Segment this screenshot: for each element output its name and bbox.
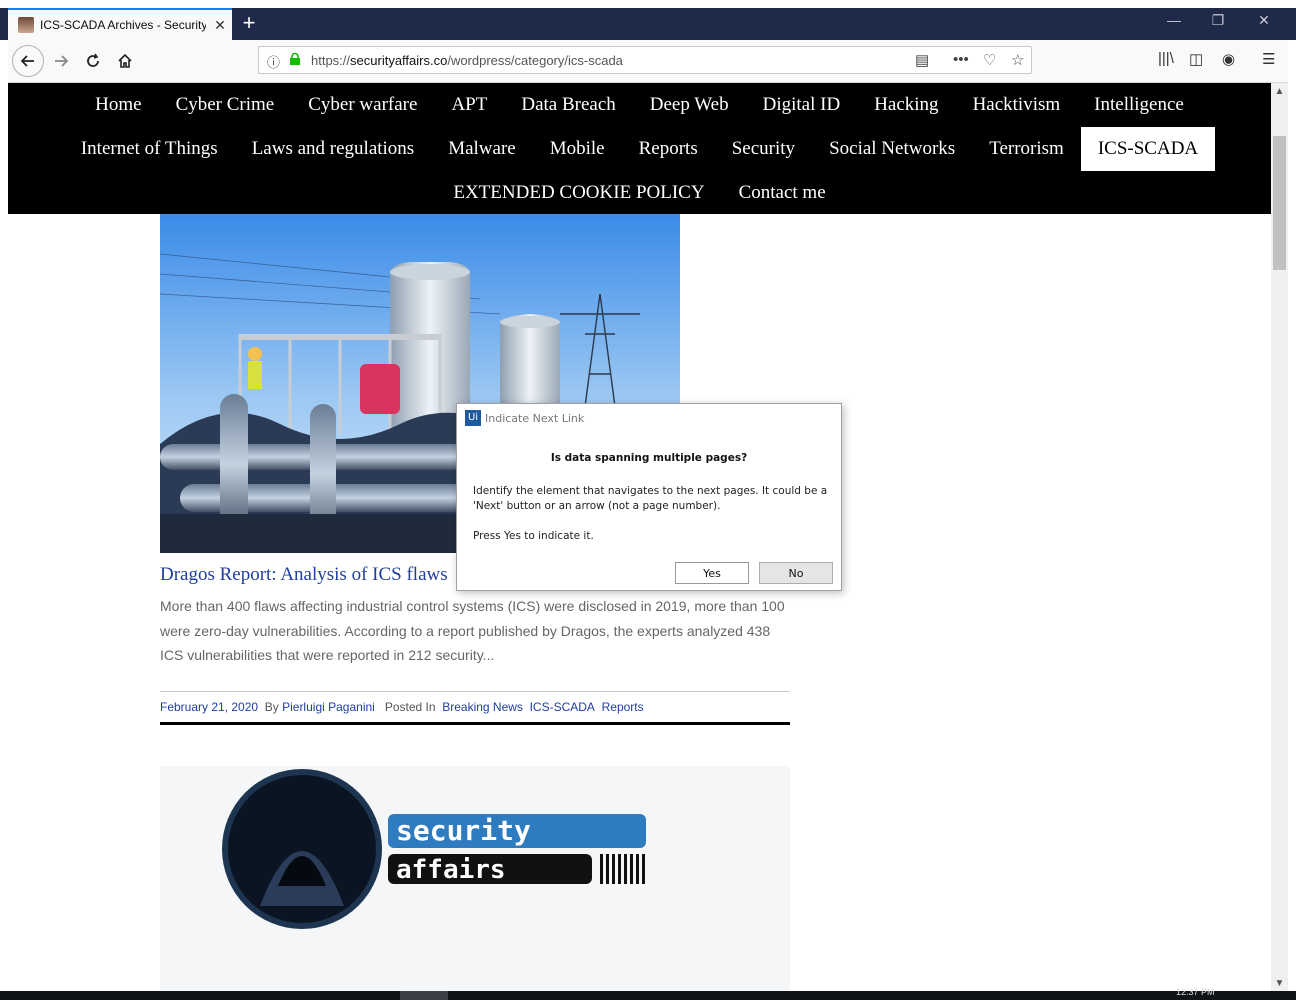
by-label: By	[264, 700, 279, 714]
article-meta: February 21, 2020 By Pierluigi Paganini …	[160, 700, 644, 714]
pocket-icon[interactable]: ♡	[983, 51, 996, 69]
menu-item-data-breach[interactable]: Data Breach	[504, 83, 632, 127]
home-button[interactable]	[110, 46, 140, 76]
menu-item-apt[interactable]: APT	[434, 83, 504, 127]
taskbar-clock: 12:37 PM	[1176, 987, 1215, 997]
home-icon	[118, 53, 132, 68]
menu-item-intelligence[interactable]: Intelligence	[1077, 83, 1201, 127]
account-icon[interactable]: ◉	[1222, 50, 1235, 68]
forward-arrow-icon	[55, 55, 69, 67]
svg-text:security: security	[396, 814, 531, 847]
menu-item-reports[interactable]: Reports	[622, 127, 715, 171]
menu-item-hacktivism[interactable]: Hacktivism	[956, 83, 1078, 127]
bookmark-star-icon[interactable]: ☆	[1011, 51, 1024, 69]
site-main-menu: Home Cyber Crime Cyber warfare APT Data Brea…	[8, 83, 1271, 214]
menu-item-mobile[interactable]: Mobile	[533, 127, 622, 171]
menu-item-terrorism[interactable]: Terrorism	[972, 127, 1081, 171]
author-link[interactable]: Pierluigi Paganini	[282, 700, 375, 714]
reload-button[interactable]	[78, 46, 108, 76]
menu-item-ics-scada[interactable]: ICS-SCADA	[1080, 127, 1216, 171]
scrollbar-thumb[interactable]	[1273, 136, 1286, 270]
address-bar[interactable]: ⓘ https://securityaffairs.co/wordpress/c…	[258, 46, 1032, 74]
forward-button[interactable]	[46, 46, 76, 76]
article-date-link[interactable]: February 21, 2020	[160, 700, 258, 714]
lock-icon	[290, 53, 300, 65]
page-actions-icon[interactable]: •••	[953, 51, 969, 68]
windows-taskbar: 12:37 PM	[0, 987, 1296, 1000]
dialog-heading: Is data spanning multiple pages?	[550, 452, 748, 464]
browser-tab[interactable]: ICS-SCADA Archives - Security Affairs ✕	[8, 8, 232, 40]
menu-row-1: Home Cyber Crime Cyber warfare APT Data Brea…	[8, 83, 1271, 127]
new-tab-button[interactable]: +	[236, 10, 262, 36]
security-affairs-logo-image[interactable]: security affairs	[160, 766, 790, 991]
menu-item-cyber-crime[interactable]: Cyber Crime	[159, 83, 292, 127]
category-link-ics-scada[interactable]: ICS-SCADA	[530, 700, 595, 714]
menu-item-internet-of-things[interactable]: Internet of Things	[64, 127, 235, 171]
menu-item-malware[interactable]: Malware	[431, 127, 533, 171]
tab-bar-top-strip	[0, 0, 1296, 8]
article-separator	[160, 722, 790, 725]
menu-item-laws-and-regulations[interactable]: Laws and regulations	[235, 127, 432, 171]
close-tab-icon[interactable]: ✕	[212, 17, 228, 34]
menu-item-deep-web[interactable]: Deep Web	[633, 83, 746, 127]
url-text: https://securityaffairs.co/wordpress/cat…	[311, 53, 623, 68]
menu-item-digital-id[interactable]: Digital ID	[746, 83, 858, 127]
navigation-toolbar: ⓘ https://securityaffairs.co/wordpress/c…	[8, 40, 1288, 83]
article-excerpt: More than 400 flaws affecting industrial…	[160, 598, 785, 663]
meta-divider	[160, 691, 790, 692]
menu-row-3: EXTENDED COOKIE POLICY Contact me	[8, 171, 1271, 215]
tab-bar: ICS-SCADA Archives - Security Affairs ✕ …	[0, 0, 1296, 40]
menu-item-contact-me[interactable]: Contact me	[722, 171, 843, 215]
reload-icon	[87, 53, 99, 67]
uipath-logo-icon: Ui	[465, 410, 481, 426]
reader-view-icon[interactable]: ▤	[915, 51, 929, 69]
menu-item-security[interactable]: Security	[715, 127, 812, 171]
site-info-icon[interactable]: ⓘ	[267, 52, 280, 71]
sidebar-icon[interactable]: ◫	[1189, 50, 1203, 68]
minimize-icon[interactable]: —	[1162, 12, 1186, 28]
back-button[interactable]	[12, 45, 44, 77]
tab-title: ICS-SCADA Archives - Security Affairs	[40, 18, 206, 32]
menu-item-hacking[interactable]: Hacking	[857, 83, 955, 127]
dialog-instruction-text: Press Yes to indicate it.	[473, 530, 594, 542]
menu-row-2: Internet of Things Laws and regulations Ma…	[8, 127, 1271, 171]
scroll-up-icon[interactable]: ▲	[1271, 86, 1288, 97]
menu-item-cyber-warfare[interactable]: Cyber warfare	[291, 83, 434, 127]
indicate-next-link-dialog: Ui Indicate Next Link Is data spanning m…	[456, 403, 842, 591]
menu-item-home[interactable]: Home	[78, 83, 158, 127]
dialog-body-text: Identify the element that navigates to t…	[473, 485, 828, 512]
dialog-title: Indicate Next Link	[485, 412, 585, 425]
window-close-icon[interactable]: ✕	[1252, 12, 1276, 29]
yes-button[interactable]: Yes	[675, 562, 749, 584]
svg-text:affairs: affairs	[396, 855, 506, 885]
scroll-down-icon[interactable]: ▼	[1271, 978, 1288, 989]
back-arrow-icon	[20, 55, 34, 67]
no-button[interactable]: No	[759, 562, 833, 584]
hamburger-menu-icon[interactable]: ☰	[1262, 50, 1275, 68]
article-title-link[interactable]: Dragos Report: Analysis of ICS flaws	[160, 564, 448, 586]
category-link-reports[interactable]: Reports	[602, 700, 644, 714]
category-link-breaking-news[interactable]: Breaking News	[442, 700, 523, 714]
library-icon[interactable]: |||\	[1158, 50, 1174, 67]
security-affairs-logo: security affairs	[222, 769, 646, 929]
menu-item-extended-cookie-policy[interactable]: EXTENDED COOKIE POLICY	[436, 171, 721, 215]
menu-item-social-networks[interactable]: Social Networks	[812, 127, 972, 171]
restore-icon[interactable]: ❐	[1206, 12, 1230, 29]
site-favicon-icon	[18, 17, 34, 33]
taskbar-active-item[interactable]	[400, 991, 448, 1000]
posted-in-label: Posted In	[384, 700, 436, 714]
